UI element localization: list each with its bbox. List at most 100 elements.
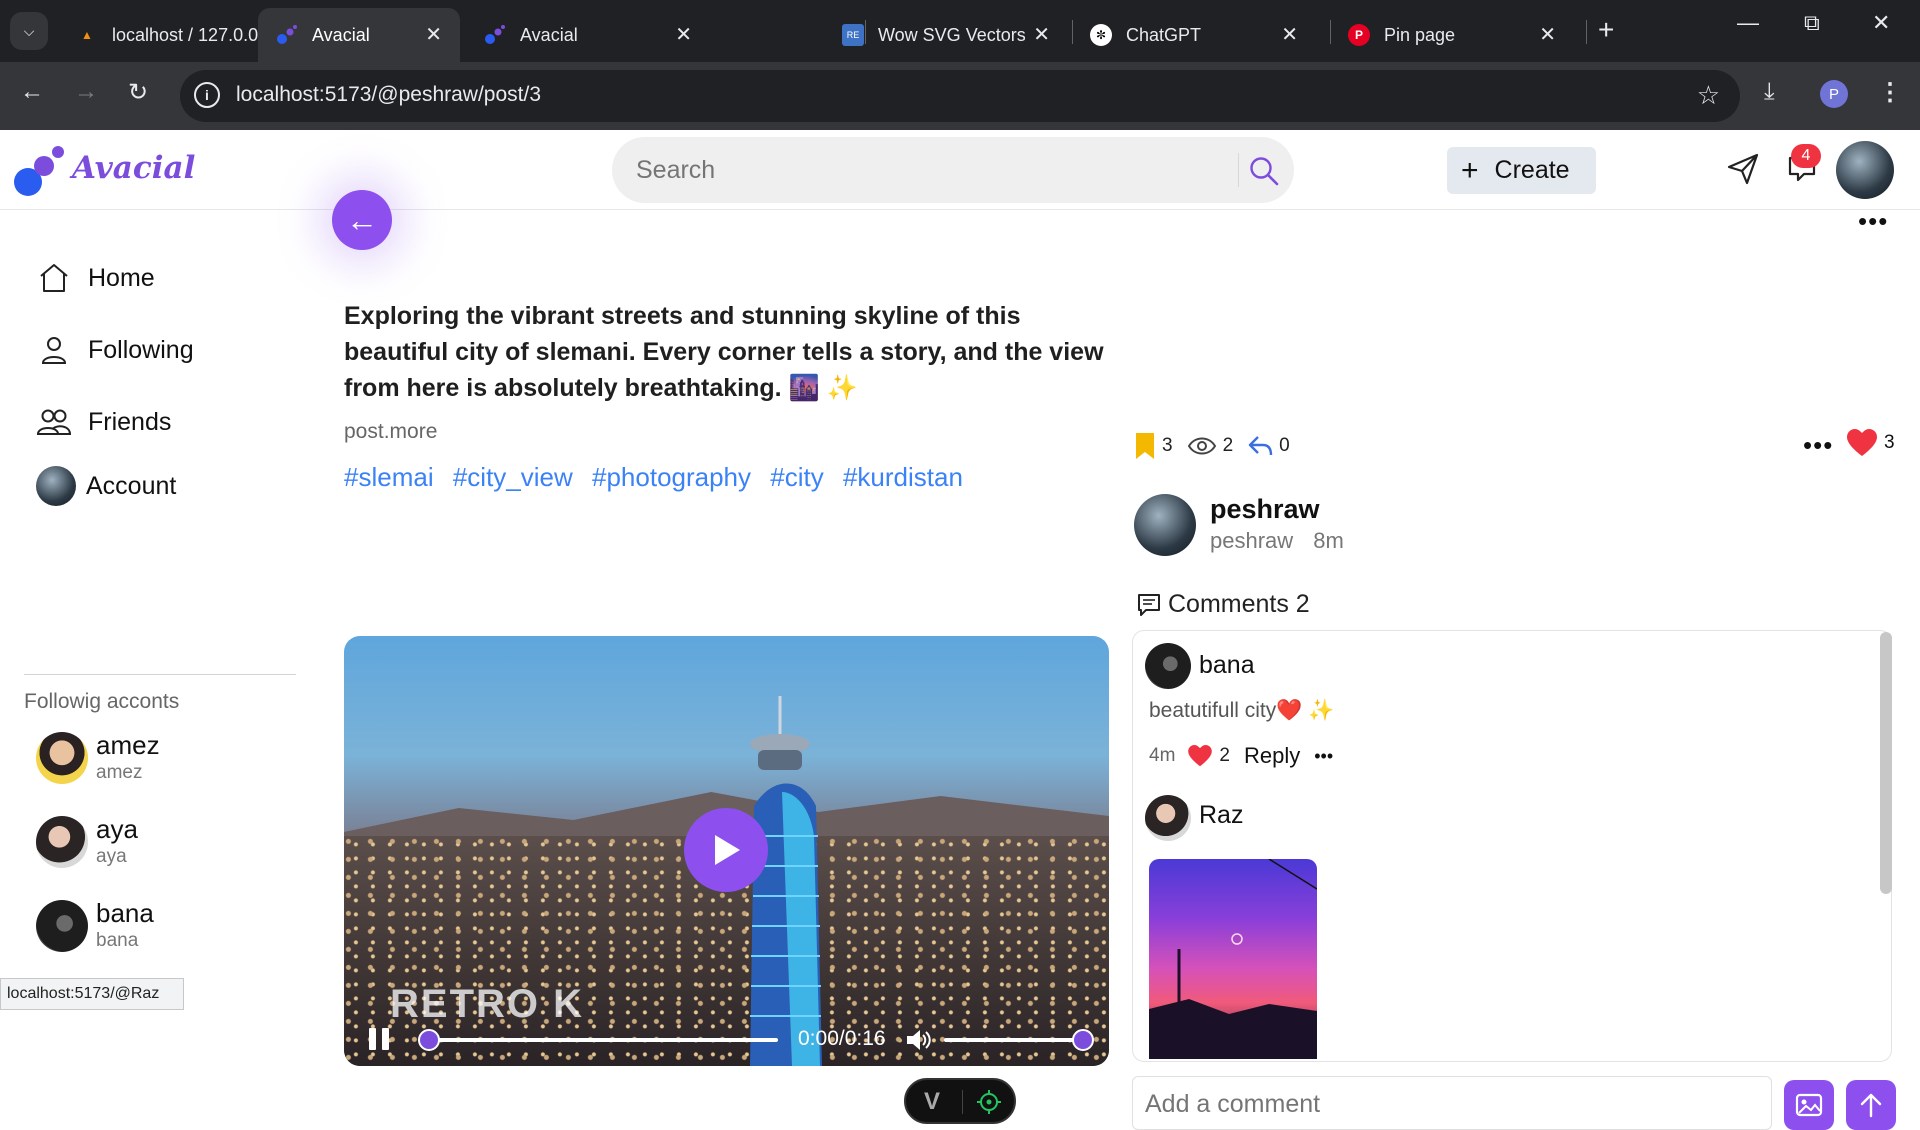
inspect-target-icon[interactable] [976, 1089, 1002, 1115]
save-count: 3 [1162, 435, 1173, 456]
dev-toolbar-divider [962, 1090, 963, 1114]
author-avatar[interactable] [1134, 494, 1196, 556]
close-tab-icon[interactable]: ✕ [675, 22, 692, 47]
create-button[interactable]: + Create [1447, 147, 1596, 194]
browser-menu-icon[interactable]: ⋮ [1878, 78, 1902, 107]
close-tab-icon[interactable]: ✕ [1033, 22, 1050, 47]
minimize-icon[interactable]: — [1737, 10, 1759, 36]
attach-image-button[interactable] [1784, 1080, 1834, 1130]
tab-title: Pin page [1384, 24, 1456, 45]
home-icon [36, 260, 72, 296]
hashtag-link[interactable]: #slemai [344, 462, 434, 492]
author-name[interactable]: peshraw [1210, 494, 1320, 525]
post-more-link[interactable]: post.more [344, 420, 437, 444]
site-info-icon[interactable]: i [194, 82, 220, 108]
share-stat[interactable]: 0 [1247, 435, 1290, 457]
reply-button[interactable]: Reply [1244, 743, 1300, 769]
avatar[interactable] [1145, 795, 1191, 841]
search-input[interactable] [636, 153, 1216, 187]
sidebar-item-friends[interactable]: Friends [36, 402, 171, 442]
back-button[interactable]: ← [332, 190, 392, 250]
hashtag-link[interactable]: #city_view [453, 462, 573, 492]
comment-image[interactable] [1149, 859, 1317, 1059]
address-url[interactable]: localhost:5173/@peshraw/post/3 [236, 83, 541, 107]
bookmark-icon [1136, 433, 1154, 459]
post-options-icon[interactable]: ••• [1803, 430, 1833, 461]
post-time: 8m [1313, 528, 1344, 553]
send-comment-button[interactable] [1846, 1080, 1896, 1130]
avatar[interactable] [1145, 643, 1191, 689]
close-tab-icon[interactable]: ✕ [425, 22, 442, 47]
download-icon[interactable]: ⤓ [1764, 78, 1775, 106]
logo-icon[interactable] [14, 146, 68, 198]
volume-icon[interactable] [904, 1026, 932, 1054]
more-options-icon[interactable]: ••• [1858, 206, 1888, 237]
close-tab-icon[interactable]: ✕ [1539, 22, 1556, 47]
account-handle: aya [96, 846, 127, 867]
browser-tab-2[interactable]: Avacial ✕ [258, 8, 460, 62]
brand-name[interactable]: Avacial [72, 150, 195, 186]
user-avatar[interactable] [1836, 141, 1894, 199]
comment-like-count: 2 [1219, 745, 1230, 766]
close-tab-icon[interactable]: ✕ [1281, 22, 1298, 47]
heart-icon[interactable] [1187, 745, 1213, 767]
pause-icon[interactable] [366, 1026, 392, 1052]
close-window-icon[interactable]: ✕ [1872, 10, 1890, 36]
volume-track[interactable] [944, 1038, 1084, 1042]
reload-icon[interactable]: ↻ [128, 78, 148, 107]
following-accounts-title: Followig acconts [24, 690, 180, 713]
bookmark-star-icon[interactable]: ☆ [1697, 80, 1720, 111]
video-player[interactable]: RETRO K 0:00/0:16 [344, 636, 1109, 1066]
forward-arrow-icon[interactable]: → [74, 78, 98, 106]
browser-toolbar: ← → ↻ i localhost:5173/@peshraw/post/3 ☆… [0, 62, 1920, 130]
user-icon [36, 332, 72, 368]
sidebar-item-home[interactable]: Home [36, 258, 155, 298]
sidebar-item-label: Friends [88, 407, 172, 436]
avatar [36, 816, 88, 868]
comment-icon [1138, 593, 1160, 616]
comments-scrollbar[interactable] [1880, 632, 1892, 894]
video-progress-track[interactable] [426, 1038, 778, 1042]
following-account-item[interactable]: aya aya [36, 814, 286, 870]
hashtag-link[interactable]: #city [770, 462, 823, 492]
arrow-up-icon [1860, 1093, 1882, 1118]
new-tab-icon[interactable]: + [1598, 14, 1614, 46]
browser-tab-4[interactable]: RE Wow SVG Vectors ✕ [824, 8, 1068, 62]
comment-options-icon[interactable]: ••• [1314, 746, 1333, 767]
post-like[interactable]: 3 [1846, 429, 1895, 457]
play-button[interactable] [684, 808, 768, 892]
volume-thumb[interactable] [1072, 1029, 1094, 1051]
tab-search-button[interactable]: ⌵ [10, 12, 48, 50]
browser-tab-3[interactable]: Avacial ✕ [466, 8, 710, 62]
sidebar-item-following[interactable]: Following [36, 330, 194, 370]
address-bar[interactable]: i localhost:5173/@peshraw/post/3 ☆ [180, 70, 1740, 122]
friends-icon [36, 404, 72, 440]
comments-title: Comments 2 [1168, 590, 1310, 618]
sidebar-item-account[interactable]: Account [36, 466, 176, 506]
following-account-item[interactable]: bana bana [36, 898, 286, 954]
hashtag-link[interactable]: #kurdistan [843, 462, 963, 492]
comment-author[interactable]: bana [1199, 651, 1255, 680]
account-name: bana [96, 898, 154, 928]
app-root: Avacial + Create 4 ••• ← Home Followi [0, 130, 1920, 1130]
browser-tab-6[interactable]: P Pin page ✕ [1330, 8, 1574, 62]
video-progress-thumb[interactable] [418, 1029, 440, 1051]
profile-avatar[interactable]: P [1820, 80, 1848, 108]
restore-icon[interactable]: ⧉ [1804, 10, 1820, 36]
avatar [36, 900, 88, 952]
comment-author[interactable]: Raz [1199, 801, 1243, 830]
following-account-item[interactable]: amez amez [36, 730, 286, 786]
save-stat[interactable]: 3 [1134, 431, 1173, 461]
vue-devtools-icon[interactable]: V [924, 1088, 940, 1116]
hashtag-link[interactable]: #photography [592, 462, 751, 492]
status-bar-url: localhost:5173/@Raz [0, 978, 184, 1010]
search-icon[interactable] [1248, 155, 1280, 187]
browser-tab-5[interactable]: ✼ ChatGPT ✕ [1072, 8, 1316, 62]
back-arrow-icon[interactable]: ← [20, 78, 44, 106]
send-icon[interactable] [1726, 152, 1760, 186]
tab-title: Wow SVG Vectors [878, 24, 1026, 45]
comment-input[interactable] [1145, 1089, 1745, 1119]
account-handle: bana [96, 930, 139, 951]
arrow-left-icon: ← [346, 201, 378, 238]
search-divider [1238, 153, 1239, 187]
